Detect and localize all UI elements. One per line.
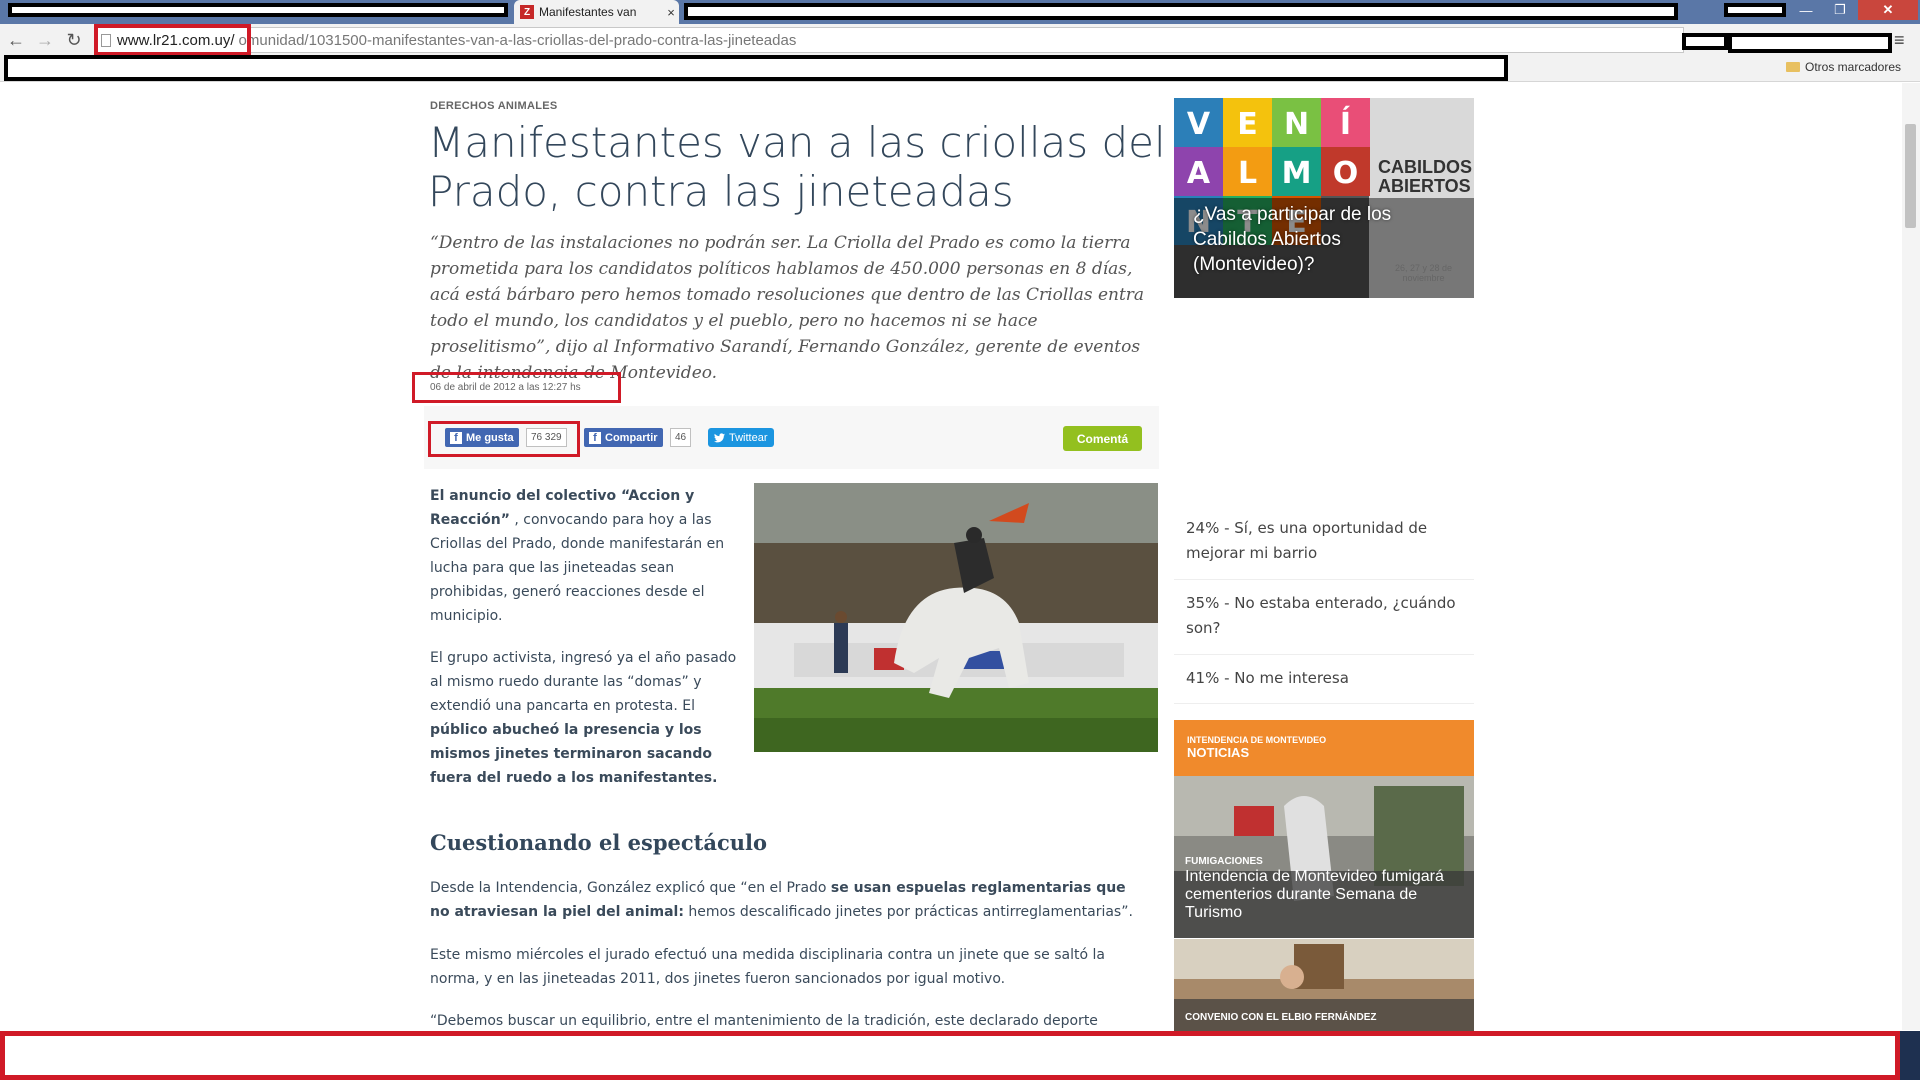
tweet-button[interactable]: Twittear bbox=[708, 428, 774, 447]
ad-letter: O bbox=[1333, 156, 1359, 191]
news-card-title: Intendencia de Montevideo fumigará cemen… bbox=[1185, 868, 1444, 921]
p3-end: hemos descalificado jinetes por práctica… bbox=[683, 904, 1133, 920]
maximize-icon[interactable]: ❐ bbox=[1822, 0, 1858, 20]
ad-letter: N bbox=[1284, 107, 1309, 142]
ad-title: ¿Vas a participar de los Cabildos Abiert… bbox=[1193, 204, 1392, 275]
folder-icon bbox=[1786, 62, 1800, 72]
article-section[interactable]: DERECHOS ANIMALES bbox=[430, 100, 558, 112]
window-close-icon[interactable]: ✕ bbox=[1858, 0, 1918, 20]
redacted-taskbar bbox=[0, 1031, 1900, 1080]
share-button[interactable]: f Compartir bbox=[584, 428, 663, 447]
tweet-label: Twittear bbox=[729, 431, 768, 444]
article-subhead: Cuestionando el espectáculo bbox=[430, 830, 768, 855]
news-card-kicker: FUMIGACIONES bbox=[1185, 856, 1263, 867]
poll-option[interactable]: 35% - No estaba enterado, ¿cuándo son? bbox=[1174, 591, 1474, 655]
news-kicker: INTENDENCIA DE MONTEVIDEO bbox=[1187, 735, 1327, 745]
ad-letter: E bbox=[1237, 107, 1258, 142]
ad-letter: Í bbox=[1340, 106, 1351, 142]
tab-title: Manifestantes van bbox=[539, 5, 637, 19]
tab-close-icon[interactable]: × bbox=[663, 5, 679, 20]
redacted-user-area bbox=[1724, 3, 1786, 17]
article-headline: Manifestantes van a las criollas del Pra… bbox=[428, 118, 1166, 216]
p2-start: El grupo activista, ingresó ya el año pa… bbox=[430, 650, 737, 714]
tab-active[interactable]: Z Manifestantes van × bbox=[514, 0, 679, 24]
article-paragraph-3: Desde la Intendencia, González explicó q… bbox=[430, 876, 1150, 924]
like-count: 76 329 bbox=[526, 428, 567, 447]
rodeo-photo bbox=[754, 483, 1158, 752]
scrollbar-thumb[interactable] bbox=[1905, 124, 1916, 228]
ad-letter: V bbox=[1187, 107, 1211, 142]
menu-icon[interactable]: ≡ bbox=[1894, 30, 1905, 51]
ad-badge: CABILDOS ABIERTOS bbox=[1378, 157, 1472, 196]
redacted-bookmarks bbox=[4, 55, 1508, 81]
ad-letter: L bbox=[1238, 156, 1257, 191]
redacted-tabs-right bbox=[684, 3, 1678, 20]
like-button[interactable]: f Me gusta bbox=[445, 428, 519, 447]
taskbar-edge bbox=[1900, 1031, 1920, 1080]
news-card-kicker: CONVENIO CON EL ELBIO FERNÁNDEZ bbox=[1185, 1012, 1377, 1023]
article-date: 06 de abril de 2012 a las 12:27 hs bbox=[412, 372, 621, 403]
news-card[interactable]: FUMIGACIONES Intendencia de Montevideo f… bbox=[1174, 776, 1474, 938]
article-photo[interactable] bbox=[754, 483, 1158, 752]
other-bookmarks[interactable]: Otros marcadores bbox=[1786, 60, 1901, 74]
address-bar[interactable]: www.lr21.com.uy/ omunidad/1031500-manife… bbox=[94, 27, 1684, 53]
reload-icon[interactable]: ↻ bbox=[62, 28, 86, 52]
poll-option[interactable]: 24% - Sí, es una oportunidad de mejorar … bbox=[1174, 516, 1474, 580]
redacted-extensions bbox=[1728, 33, 1892, 53]
news-title: NOTICIAS bbox=[1187, 745, 1250, 760]
comment-button[interactable]: Comentá bbox=[1063, 426, 1142, 451]
article-lead: “Dentro de las instalaciones no podrán s… bbox=[430, 233, 1145, 383]
share-label: Compartir bbox=[605, 431, 658, 444]
poll-option[interactable]: 41% - No me interesa bbox=[1174, 666, 1474, 704]
twitter-bird-icon bbox=[714, 432, 725, 442]
like-label: Me gusta bbox=[466, 431, 514, 444]
forward-icon[interactable]: → bbox=[33, 28, 57, 52]
article-paragraph-5: “Debemos buscar un equilibrio, entre el … bbox=[430, 1013, 1098, 1029]
p2-bold: público abucheó la presencia y los mismo… bbox=[430, 722, 718, 786]
article-paragraph-2: El grupo activista, ingresó ya el año pa… bbox=[430, 646, 740, 790]
facebook-icon: f bbox=[450, 431, 462, 444]
ad-letter: A bbox=[1187, 156, 1211, 191]
site-favicon-icon: Z bbox=[520, 5, 534, 19]
back-icon[interactable]: ← bbox=[4, 28, 28, 52]
highlight-url-host bbox=[94, 24, 251, 56]
facebook-icon: f bbox=[589, 431, 601, 444]
news-card[interactable]: CONVENIO CON EL ELBIO FERNÁNDEZ bbox=[1174, 939, 1474, 1031]
url-path: omunidad/1031500-manifestantes-van-a-las… bbox=[238, 31, 797, 49]
article-paragraph-1: El anuncio del colectivo “Accion y Reacc… bbox=[430, 484, 740, 628]
news-header: INTENDENCIA DE MONTEVIDEO NOTICIAS bbox=[1174, 720, 1474, 776]
redacted-tabs-left bbox=[8, 3, 508, 17]
ad-letter: M bbox=[1282, 156, 1312, 191]
share-count: 46 bbox=[670, 428, 692, 447]
other-bookmarks-label: Otros marcadores bbox=[1805, 60, 1902, 74]
p1-rest: , convocando para hoy a las Criollas del… bbox=[430, 512, 725, 624]
redacted-extension-left bbox=[1682, 33, 1728, 50]
article-paragraph-4: Este mismo miércoles el jurado efectuó u… bbox=[430, 947, 1105, 987]
minimize-icon[interactable]: — bbox=[1790, 0, 1822, 20]
p3-start: Desde la Intendencia, González explicó q… bbox=[430, 880, 831, 896]
